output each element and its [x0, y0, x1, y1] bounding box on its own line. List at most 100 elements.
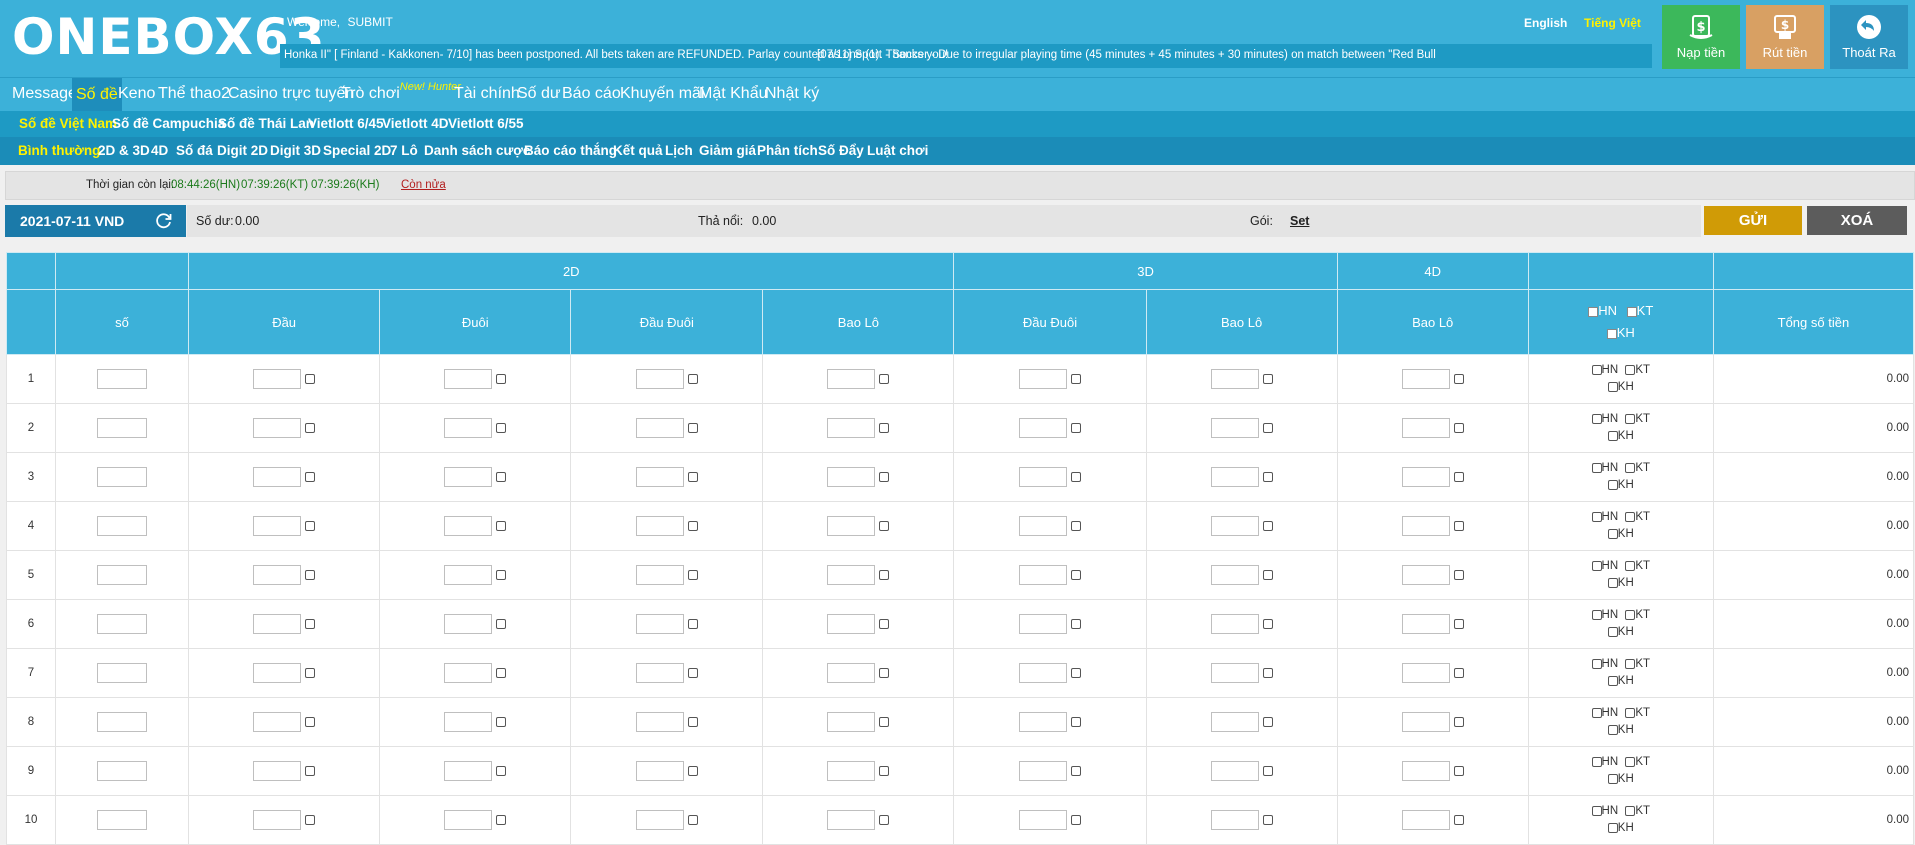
dau-amount-input[interactable] — [253, 565, 302, 585]
dau-duoi-3d-input[interactable] — [1019, 663, 1067, 683]
bao-lo-2d-input[interactable] — [827, 516, 876, 536]
send-button[interactable]: GỬI — [1704, 206, 1802, 235]
bao-lo-4d-checkbox[interactable] — [1453, 472, 1464, 482]
dau-duoi-3d-checkbox[interactable] — [1071, 472, 1081, 482]
bao-lo-3d-input[interactable] — [1210, 369, 1259, 389]
dau-checkbox[interactable] — [305, 521, 316, 531]
duoi-checkbox[interactable] — [496, 521, 507, 531]
nav-nhat-ky[interactable]: Nhật ký — [765, 85, 819, 103]
dau-duoi-3d-input[interactable] — [1019, 565, 1067, 585]
hn-checkbox[interactable] — [1591, 462, 1602, 473]
dau-duoi-3d-checkbox[interactable] — [1071, 619, 1081, 629]
kt-checkbox[interactable] — [1625, 413, 1636, 424]
refresh-icon[interactable] — [155, 212, 173, 230]
subnav-so-de-campuchia[interactable]: Số đề Campuchia — [112, 116, 225, 131]
nav-khuyen-mai[interactable]: Khuyến mãi — [620, 85, 705, 103]
bao-lo-4d-checkbox[interactable] — [1453, 521, 1464, 531]
dau-checkbox[interactable] — [305, 423, 316, 433]
subnav-vietlott-655[interactable]: Vietlott 6/55 — [448, 116, 524, 131]
subnav-luat-choi[interactable]: Luật chơi — [867, 143, 928, 158]
hn-checkbox[interactable] — [1591, 413, 1602, 424]
duoi-checkbox[interactable] — [496, 766, 507, 776]
bao-lo-3d-checkbox[interactable] — [1262, 717, 1273, 727]
withdraw-button[interactable]: $ Rút tiền — [1746, 5, 1824, 69]
dau-duoi-3d-checkbox[interactable] — [1071, 423, 1081, 433]
hn-checkbox[interactable] — [1591, 511, 1602, 522]
dau-duoi-3d-input[interactable] — [1019, 614, 1067, 634]
dau-checkbox[interactable] — [305, 717, 316, 727]
dau-duoi-2d-checkbox[interactable] — [687, 423, 698, 433]
subnav-vietlott-645[interactable]: Vietlott 6/45 — [308, 116, 384, 131]
duoi-amount-input[interactable] — [444, 712, 493, 732]
nav-keno[interactable]: Keno — [118, 85, 155, 103]
dau-amount-input[interactable] — [253, 712, 302, 732]
number-input[interactable] — [97, 810, 148, 830]
dau-amount-input[interactable] — [253, 810, 302, 830]
nav-the-thao2[interactable]: Thể thao2 — [158, 85, 230, 103]
dau-duoi-2d-checkbox[interactable] — [687, 766, 698, 776]
dau-duoi-3d-input[interactable] — [1019, 516, 1067, 536]
duoi-amount-input[interactable] — [444, 565, 493, 585]
dau-duoi-3d-checkbox[interactable] — [1071, 668, 1081, 678]
subnav-danh-sach-cuoc[interactable]: Danh sách cược — [424, 143, 530, 158]
all-kh-checkbox[interactable] — [1606, 328, 1617, 339]
bao-lo-3d-input[interactable] — [1210, 761, 1259, 781]
bao-lo-2d-input[interactable] — [827, 614, 876, 634]
bao-lo-2d-checkbox[interactable] — [879, 521, 890, 531]
number-input[interactable] — [97, 761, 148, 781]
all-kt-checkbox[interactable] — [1626, 306, 1637, 317]
dau-duoi-3d-checkbox[interactable] — [1071, 815, 1081, 825]
bao-lo-3d-checkbox[interactable] — [1262, 570, 1273, 580]
dau-amount-input[interactable] — [253, 614, 302, 634]
dau-duoi-3d-input[interactable] — [1019, 467, 1067, 487]
subnav-bao-cao-thang[interactable]: Báo cáo thắng — [524, 143, 617, 158]
subnav-giam-gia[interactable]: Giảm giá — [699, 143, 756, 158]
bao-lo-3d-input[interactable] — [1210, 467, 1259, 487]
kh-checkbox[interactable] — [1607, 528, 1618, 539]
number-input[interactable] — [97, 369, 148, 389]
language-vietnamese-link[interactable]: Tiếng Việt — [1584, 16, 1641, 30]
bao-lo-4d-input[interactable] — [1401, 614, 1450, 634]
duoi-amount-input[interactable] — [444, 418, 493, 438]
bao-lo-2d-checkbox[interactable] — [879, 570, 890, 580]
site-logo[interactable]: ONEBOX63 — [12, 8, 325, 66]
bao-lo-3d-input[interactable] — [1210, 712, 1259, 732]
dau-amount-input[interactable] — [253, 516, 302, 536]
dau-checkbox[interactable] — [305, 570, 316, 580]
subnav-digit-2d[interactable]: Digit 2D — [217, 143, 268, 158]
dau-duoi-2d-checkbox[interactable] — [687, 374, 698, 384]
number-input[interactable] — [97, 663, 148, 683]
duoi-checkbox[interactable] — [496, 374, 507, 384]
clear-button[interactable]: XOÁ — [1807, 206, 1907, 235]
bao-lo-2d-checkbox[interactable] — [879, 472, 890, 482]
dau-duoi-3d-checkbox[interactable] — [1071, 374, 1081, 384]
dau-duoi-2d-checkbox[interactable] — [687, 570, 698, 580]
bao-lo-2d-input[interactable] — [827, 467, 876, 487]
bao-lo-3d-checkbox[interactable] — [1262, 668, 1273, 678]
duoi-checkbox[interactable] — [496, 423, 507, 433]
bao-lo-2d-input[interactable] — [827, 663, 876, 683]
bao-lo-2d-checkbox[interactable] — [879, 717, 890, 727]
bao-lo-3d-input[interactable] — [1210, 810, 1259, 830]
number-input[interactable] — [97, 467, 148, 487]
dau-duoi-3d-input[interactable] — [1019, 369, 1067, 389]
bao-lo-3d-checkbox[interactable] — [1262, 423, 1273, 433]
bao-lo-3d-input[interactable] — [1210, 614, 1259, 634]
hn-checkbox[interactable] — [1591, 756, 1602, 767]
duoi-amount-input[interactable] — [444, 516, 493, 536]
nav-tai-chinh[interactable]: Tài chính — [454, 85, 520, 103]
kt-checkbox[interactable] — [1625, 364, 1636, 375]
subnav-digit-3d[interactable]: Digit 3D — [270, 143, 321, 158]
number-input[interactable] — [97, 712, 148, 732]
package-set-link[interactable]: Set — [1290, 214, 1309, 228]
bao-lo-2d-input[interactable] — [827, 712, 876, 732]
subnav-lich[interactable]: Lịch — [665, 143, 693, 158]
bao-lo-3d-checkbox[interactable] — [1262, 619, 1273, 629]
bao-lo-4d-input[interactable] — [1401, 467, 1450, 487]
subnav-2d-3d[interactable]: 2D & 3D — [98, 143, 150, 158]
duoi-amount-input[interactable] — [444, 369, 493, 389]
dau-duoi-2d-checkbox[interactable] — [687, 815, 698, 825]
bao-lo-2d-input[interactable] — [827, 810, 876, 830]
subnav-so-da[interactable]: Số đá — [176, 143, 213, 158]
dau-amount-input[interactable] — [253, 761, 302, 781]
